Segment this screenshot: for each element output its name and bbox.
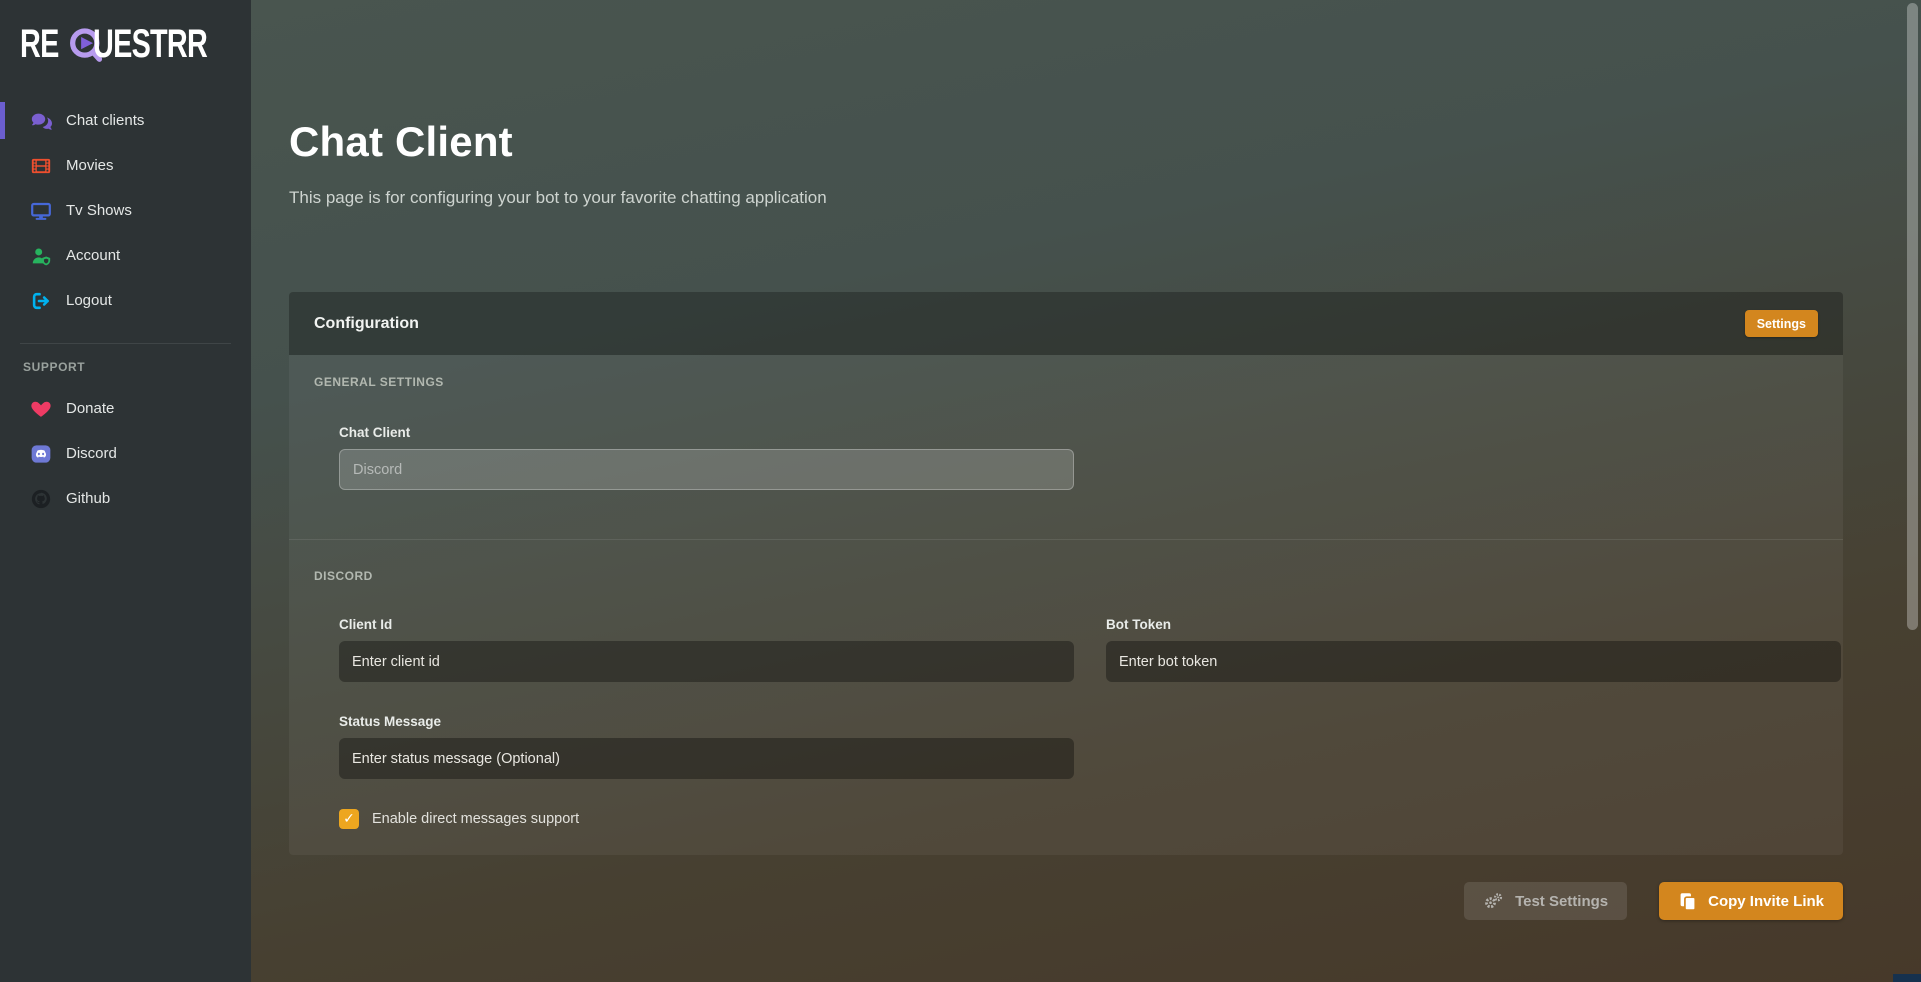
sidebar-item-label: Chat clients — [66, 112, 144, 129]
corner-sliver — [1893, 974, 1921, 982]
user-shield-icon — [30, 245, 52, 267]
chat-client-select[interactable] — [339, 449, 1074, 490]
film-icon — [30, 155, 52, 177]
sidebar-divider — [20, 343, 231, 344]
logo-text-post: UESTRR — [93, 24, 207, 64]
dm-support-row: Enable direct messages support — [339, 809, 1839, 829]
sidebar-nav: Chat clients Movies — [0, 98, 251, 323]
sidebar-item-label: Donate — [66, 400, 114, 417]
chat-bubbles-icon — [30, 110, 52, 132]
sign-out-icon — [30, 290, 52, 312]
settings-button[interactable]: Settings — [1745, 310, 1818, 337]
gears-icon — [1483, 891, 1504, 912]
sidebar-item-label: Discord — [66, 445, 117, 462]
github-icon — [30, 488, 52, 510]
client-id-label: Client Id — [339, 617, 1074, 632]
bot-token-label: Bot Token — [1106, 617, 1841, 632]
support-section-header: SUPPORT — [0, 360, 251, 374]
sidebar-item-label: Logout — [66, 292, 112, 309]
test-settings-button[interactable]: Test Settings — [1464, 882, 1627, 920]
bot-token-field-group: Bot Token — [1106, 617, 1841, 682]
sidebar-item-donate[interactable]: Donate — [0, 386, 251, 431]
sidebar-item-label: Github — [66, 490, 110, 507]
client-id-field-group: Client Id — [339, 617, 1074, 682]
chat-client-label: Chat Client — [339, 425, 1839, 440]
sidebar-item-tv-shows[interactable]: Tv Shows — [0, 188, 251, 233]
page-title: Chat Client — [289, 0, 1843, 166]
sidebar-item-movies[interactable]: Movies — [0, 143, 251, 188]
status-message-input[interactable] — [339, 738, 1074, 779]
configuration-card: Configuration Settings General Settings … — [289, 292, 1843, 855]
app-logo[interactable]: RE UESTRR — [0, 0, 251, 72]
discord-icon — [30, 443, 52, 465]
tv-icon — [30, 200, 52, 222]
dm-support-label: Enable direct messages support — [372, 811, 579, 827]
status-message-label: Status Message — [339, 714, 1074, 729]
heart-icon — [30, 398, 52, 420]
general-settings-section-title: General Settings — [314, 375, 1818, 389]
vertical-scrollbar-thumb[interactable] — [1907, 3, 1918, 630]
bot-token-input[interactable] — [1106, 641, 1841, 682]
test-settings-label: Test Settings — [1515, 893, 1608, 910]
sidebar-item-logout[interactable]: Logout — [0, 278, 251, 323]
sidebar-item-github[interactable]: Github — [0, 476, 251, 521]
copy-icon — [1678, 891, 1697, 912]
sidebar-support-nav: Donate Discord Github — [0, 386, 251, 521]
sidebar-item-discord[interactable]: Discord — [0, 431, 251, 476]
copy-invite-link-label: Copy Invite Link — [1708, 893, 1824, 910]
sidebar-item-label: Account — [66, 247, 120, 264]
sidebar-item-account[interactable]: Account — [0, 233, 251, 278]
main-content: Chat Client This page is for configuring… — [251, 0, 1921, 982]
card-title: Configuration — [314, 315, 419, 333]
action-buttons-row: Test Settings Copy Invite Link — [289, 882, 1843, 920]
section-divider — [289, 539, 1843, 540]
configuration-card-body: General Settings Chat Client Discord Cli… — [289, 355, 1843, 855]
status-message-field-group: Status Message — [339, 714, 1074, 779]
client-id-input[interactable] — [339, 641, 1074, 682]
page-subtitle: This page is for configuring your bot to… — [289, 188, 1843, 208]
discord-section-title: Discord — [314, 569, 1818, 583]
dm-support-checkbox[interactable] — [339, 809, 359, 829]
logo-text-pre: RE — [20, 24, 59, 64]
sidebar: RE UESTRR Chat clients — [0, 0, 251, 982]
sidebar-item-chat-clients[interactable]: Chat clients — [0, 98, 251, 143]
copy-invite-link-button[interactable]: Copy Invite Link — [1659, 882, 1843, 920]
configuration-card-header: Configuration Settings — [289, 292, 1843, 355]
sidebar-item-label: Tv Shows — [66, 202, 132, 219]
sidebar-item-label: Movies — [66, 157, 114, 174]
